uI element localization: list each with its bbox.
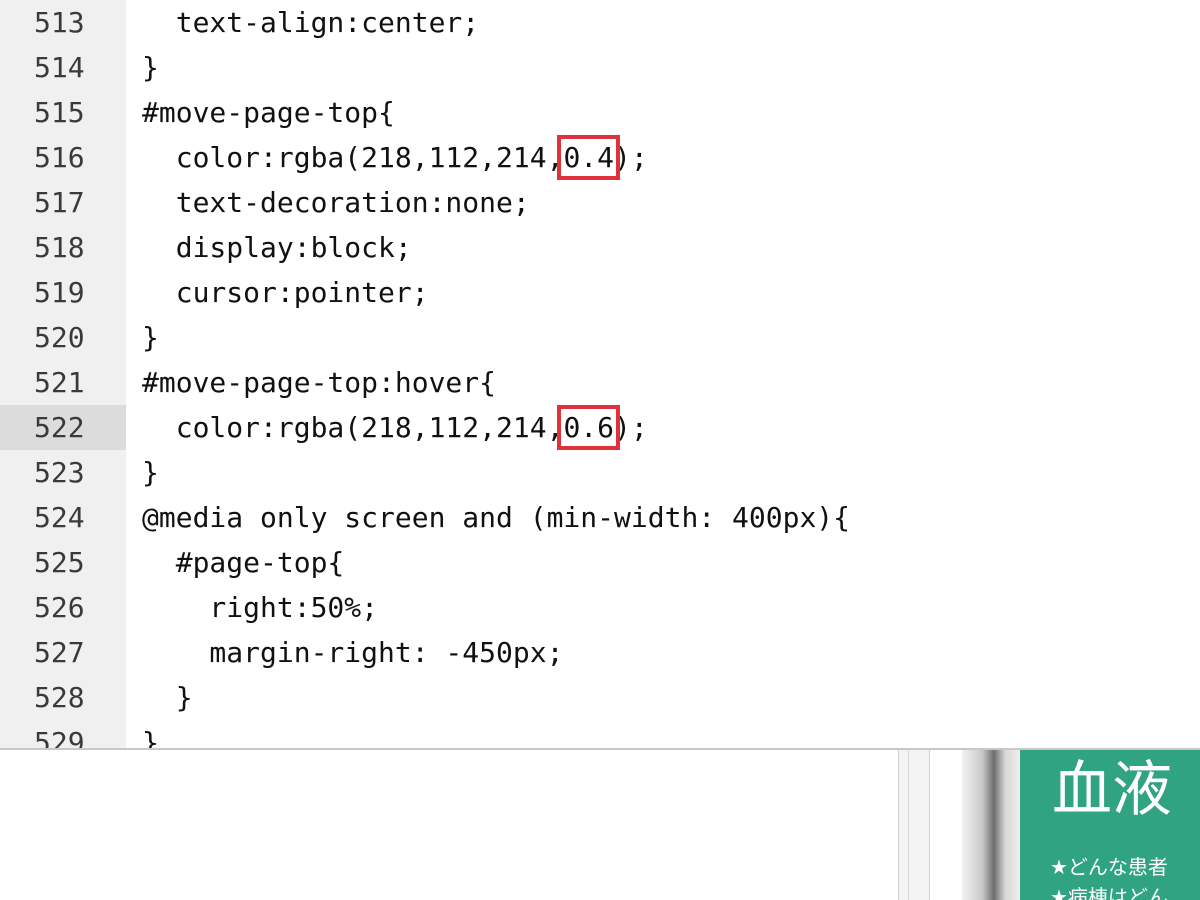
code-line[interactable]: 513 text-align:center;	[0, 0, 1200, 45]
line-number: 525	[34, 546, 85, 579]
code-segment: color:rgba(218,112,214,	[142, 141, 564, 174]
code-segment: );	[614, 411, 648, 444]
scrollbar-track[interactable]	[908, 750, 909, 900]
vertical-scrollbar[interactable]	[898, 750, 930, 900]
highlighted-alpha-value: 0.6	[557, 405, 620, 450]
code-text[interactable]: margin-right: -450px;	[142, 630, 563, 675]
code-text[interactable]: }	[142, 675, 193, 720]
code-editor[interactable]: 513 text-align:center; 514 } 515 #move-p…	[0, 0, 1200, 748]
code-text[interactable]: text-decoration:none;	[142, 180, 530, 225]
preview-thumbnail[interactable]: 血液 ★どんな患者 ★病棟はどん	[962, 750, 1200, 900]
code-line[interactable]: 529 }	[0, 720, 1200, 748]
code-line[interactable]: 515 #move-page-top{	[0, 90, 1200, 135]
line-number: 524	[34, 501, 85, 534]
highlighted-alpha-value: 0.4	[557, 135, 620, 180]
line-number: 526	[34, 591, 85, 624]
code-line[interactable]: 518 display:block;	[0, 225, 1200, 270]
code-line[interactable]: 524 @media only screen and (min-width: 4…	[0, 495, 1200, 540]
line-number: 529	[34, 726, 85, 748]
code-text[interactable]: #move-page-top:hover{	[142, 360, 496, 405]
code-line[interactable]: 517 text-decoration:none;	[0, 180, 1200, 225]
code-text[interactable]: }	[142, 45, 159, 90]
code-line[interactable]: 527 margin-right: -450px;	[0, 630, 1200, 675]
code-text[interactable]: cursor:pointer;	[142, 270, 429, 315]
code-line[interactable]: 526 right:50%;	[0, 585, 1200, 630]
line-number: 517	[34, 186, 85, 219]
preview-text-line: ★病棟はどん	[1050, 885, 1168, 900]
line-number: 516	[34, 141, 85, 174]
code-text[interactable]: #page-top{	[142, 540, 345, 585]
line-number: 514	[34, 51, 85, 84]
code-line[interactable]: 519 cursor:pointer;	[0, 270, 1200, 315]
code-text[interactable]: right:50%;	[142, 585, 378, 630]
code-text[interactable]: color:rgba(218,112,214,0.6);	[142, 405, 648, 450]
line-number: 521	[34, 366, 85, 399]
line-number: 523	[34, 456, 85, 489]
stethoscope-image	[962, 750, 1020, 900]
code-text[interactable]: @media only screen and (min-width: 400px…	[142, 495, 850, 540]
line-number: 519	[34, 276, 85, 309]
preview-title: 血液	[1052, 755, 1172, 825]
line-number: 522	[0, 405, 126, 450]
code-text[interactable]: }	[142, 450, 159, 495]
code-line[interactable]: 525 #page-top{	[0, 540, 1200, 585]
code-text[interactable]: }	[142, 720, 159, 748]
preview-text-line: ★どんな患者	[1050, 855, 1168, 879]
code-text[interactable]: display:block;	[142, 225, 412, 270]
line-number: 527	[34, 636, 85, 669]
code-line[interactable]: 514 }	[0, 45, 1200, 90]
line-number: 513	[34, 6, 85, 39]
line-number: 518	[34, 231, 85, 264]
code-line[interactable]: 523 }	[0, 450, 1200, 495]
code-line[interactable]: 516 color:rgba(218,112,214,0.4);	[0, 135, 1200, 180]
line-number: 528	[34, 681, 85, 714]
code-text[interactable]: #move-page-top{	[142, 90, 395, 135]
code-segment: color:rgba(218,112,214,	[142, 411, 564, 444]
line-number: 520	[34, 321, 85, 354]
code-text[interactable]: text-align:center;	[142, 0, 479, 45]
code-segment: );	[614, 141, 648, 174]
code-text[interactable]: color:rgba(218,112,214,0.4);	[142, 135, 648, 180]
code-text[interactable]: }	[142, 315, 159, 360]
code-line[interactable]: 521 #move-page-top:hover{	[0, 360, 1200, 405]
current-code-line[interactable]: 522 color:rgba(218,112,214,0.6);	[0, 405, 1200, 450]
code-line[interactable]: 528 }	[0, 675, 1200, 720]
code-line[interactable]: 520 }	[0, 315, 1200, 360]
line-number: 515	[34, 96, 85, 129]
